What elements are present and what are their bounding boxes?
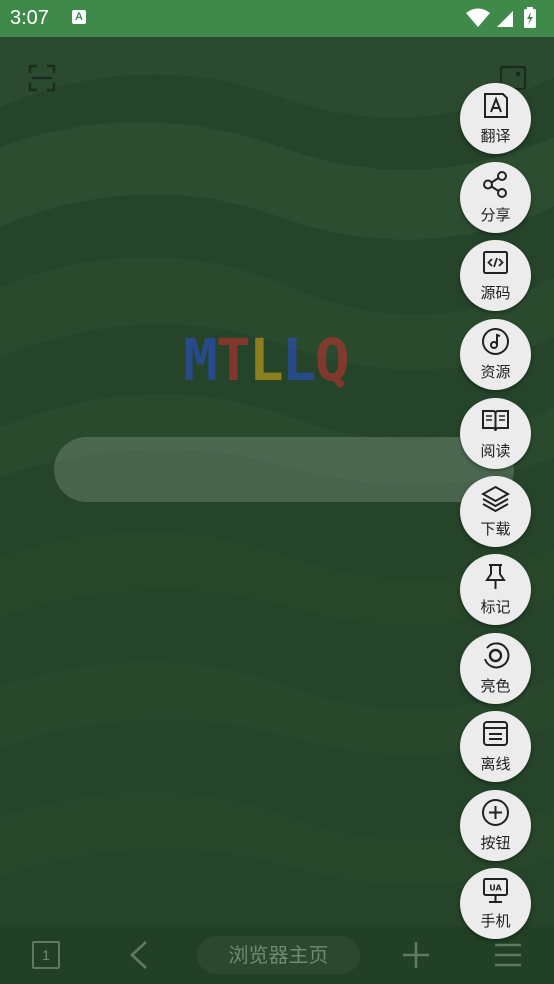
resources-button[interactable]: 资源 [460, 319, 531, 390]
fab-label: 翻译 [480, 127, 511, 145]
source-code-icon [483, 251, 508, 274]
mark-button[interactable]: 标记 [460, 554, 531, 625]
fab-label: 按钮 [480, 834, 511, 852]
buttons-button[interactable]: 按钮 [460, 790, 531, 861]
status-time: 3:07 [10, 7, 49, 29]
back-icon[interactable] [126, 939, 152, 971]
fab-label: 阅读 [480, 442, 511, 460]
translate-icon [484, 93, 508, 118]
translate-button[interactable]: 翻译 [460, 83, 531, 154]
wifi-icon [466, 8, 490, 27]
logo-letter: T [215, 326, 251, 394]
tab-count-button[interactable]: 1 [32, 941, 60, 969]
fab-label: 标记 [480, 598, 511, 616]
reading-mode-button[interactable]: 阅读 [460, 398, 531, 469]
download-button[interactable]: 下载 [460, 476, 531, 547]
pin-icon [485, 564, 506, 589]
offline-button[interactable]: 离线 [460, 711, 531, 782]
source-code-button[interactable]: 源码 [460, 240, 531, 311]
book-icon [482, 410, 509, 432]
bottom-toolbar: 1 浏览器主页 [0, 927, 554, 984]
layers-icon [481, 485, 510, 513]
brightness-icon [484, 642, 510, 669]
user-agent-button[interactable]: UA 手机 [460, 868, 531, 939]
logo-letter: M [183, 326, 218, 394]
offline-icon [483, 721, 508, 746]
logo-letter: L [281, 326, 317, 394]
fab-label: 资源 [480, 363, 511, 381]
ua-monitor-icon: UA [483, 878, 508, 903]
logo-letter: Q [314, 326, 350, 394]
fab-label: 下载 [480, 520, 511, 538]
fab-label: 源码 [480, 284, 511, 302]
fab-label: 分享 [480, 206, 511, 224]
plus-circle-icon [482, 799, 509, 826]
fab-label: 离线 [480, 755, 511, 773]
search-bar[interactable] [54, 437, 514, 502]
svg-text:UA: UA [489, 884, 502, 893]
music-note-icon [482, 328, 509, 355]
fab-label: 亮色 [480, 677, 511, 695]
notification-icon: A [72, 10, 86, 24]
signal-icon [497, 11, 513, 27]
system-status-icons [466, 7, 536, 28]
new-tab-icon[interactable] [401, 940, 431, 970]
brightness-button[interactable]: 亮色 [460, 633, 531, 704]
home-page-button[interactable]: 浏览器主页 [197, 936, 360, 974]
browser-logo: MTLLQ [183, 326, 373, 394]
logo-letter: L [248, 326, 284, 394]
status-bar: 3:07 A [0, 0, 554, 37]
scan-icon[interactable] [28, 64, 56, 92]
share-button[interactable]: 分享 [460, 162, 531, 233]
fab-label: 手机 [480, 912, 511, 930]
menu-icon[interactable] [494, 941, 522, 969]
share-icon [483, 171, 507, 198]
